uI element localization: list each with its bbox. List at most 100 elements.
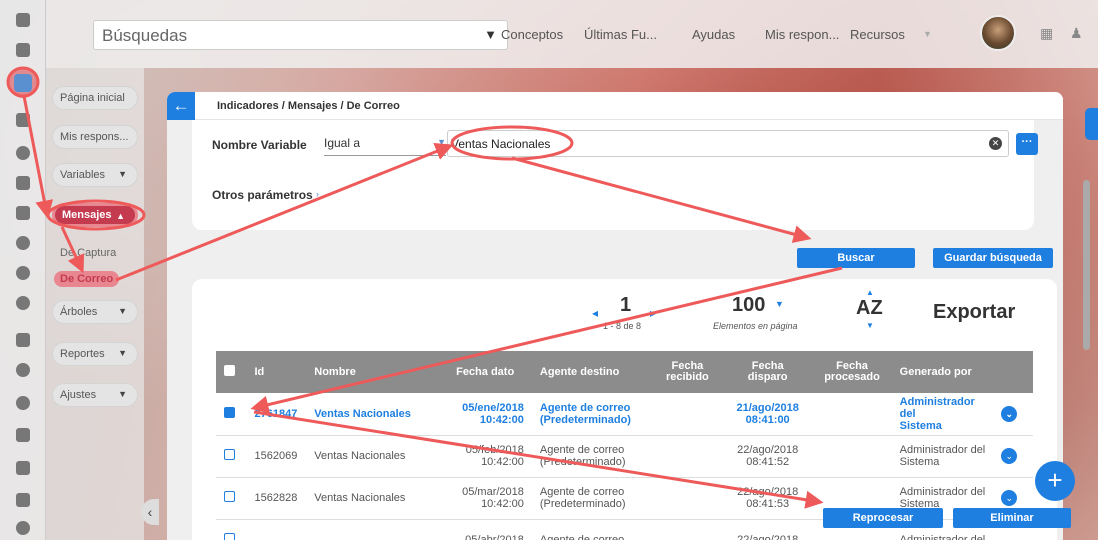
plus-box-icon[interactable] <box>13 173 33 193</box>
column-header[interactable]: Fecha dato <box>438 351 532 393</box>
row-menu-button[interactable]: ⌄ <box>993 393 1033 436</box>
filter-value-input[interactable]: Ventas Nacionales ✕ <box>447 130 1009 157</box>
menu-item-variables[interactable]: Variables ▼ <box>52 163 138 187</box>
column-header[interactable]: Fecha procesado <box>812 351 892 393</box>
row-checkbox[interactable] <box>216 477 247 520</box>
column-header[interactable]: Id <box>246 351 307 393</box>
sort-down-icon[interactable]: ▼ <box>866 321 874 330</box>
column-header[interactable]: Fecha recibido <box>651 351 723 393</box>
menu-item-label: Página inicial <box>60 92 125 104</box>
resources-chevron-icon[interactable]: ▼ <box>923 29 932 39</box>
calendar-icon[interactable]: ▦ <box>1040 25 1053 42</box>
menu-item-home[interactable]: Página inicial <box>52 86 138 110</box>
nav-item-concepts[interactable]: Conceptos <box>501 27 563 42</box>
warning-icon[interactable] <box>13 293 33 313</box>
next-page-icon[interactable]: ▸ <box>650 306 656 320</box>
reprocess-button[interactable]: Reprocesar <box>823 508 943 528</box>
avatar[interactable] <box>980 15 1016 51</box>
row-fire-date: 22/ago/2018 08:41:53 <box>722 477 813 520</box>
cloud-icon[interactable] <box>13 393 33 413</box>
column-header[interactable]: Nombre <box>306 351 439 393</box>
save-search-button[interactable]: Guardar búsqueda <box>933 248 1053 268</box>
prev-page-icon[interactable]: ◂ <box>592 306 598 320</box>
add-button[interactable]: + <box>1035 461 1075 501</box>
column-header[interactable]: Agente destino <box>531 351 652 393</box>
menu-item-label: Variables <box>60 169 106 181</box>
chevron-down-icon: ⌄ <box>1001 405 1018 422</box>
menu-item-responsibilities[interactable]: Mis respons... <box>52 125 138 149</box>
row-checkbox[interactable] <box>216 393 247 436</box>
main-panel: ← Indicadores / Mensajes / De Correo Nom… <box>167 92 1063 540</box>
row-checkbox[interactable] <box>216 435 247 478</box>
table-row[interactable]: 2761847 Ventas Nacionales 05/ene/2018 10:… <box>216 393 1033 436</box>
page-number: 1 <box>620 294 632 316</box>
pie-chart-icon[interactable] <box>13 143 33 163</box>
menu-item-label: Reportes <box>60 348 105 360</box>
menu-item-trees[interactable]: Árboles ▼ <box>52 300 138 324</box>
caret-down-icon: ▼ <box>118 389 127 399</box>
side-tab-handle[interactable] <box>1085 108 1098 140</box>
scrollbar-thumb[interactable] <box>1083 180 1090 350</box>
icon-rail <box>0 0 46 540</box>
more-options-button[interactable]: ··· <box>1016 133 1038 155</box>
menu-item-reports[interactable]: Reportes ▼ <box>52 342 138 366</box>
network-icon[interactable] <box>13 458 33 478</box>
row-agent: Agente de correo (Predeterminado) <box>531 435 652 478</box>
select-all-checkbox[interactable] <box>216 351 247 393</box>
back-arrow-icon[interactable]: ← <box>167 92 195 120</box>
cycle-icon[interactable] <box>13 233 33 253</box>
page-range: 1 - 8 de 8 <box>603 321 642 331</box>
nav-item-responsibilities[interactable]: Mis respon... <box>765 27 839 42</box>
row-name: Ventas Nacionales <box>306 393 439 436</box>
sort-button[interactable]: AZ <box>856 297 883 320</box>
gear-icon[interactable] <box>13 518 33 538</box>
delete-button[interactable]: Eliminar <box>953 508 1071 528</box>
nav-item-recent[interactable]: Últimas Fu... <box>584 27 657 42</box>
gauge-icon[interactable] <box>13 360 33 380</box>
clear-icon[interactable]: ✕ <box>989 137 1002 150</box>
submenu-item-email[interactable]: De Correo <box>54 271 120 287</box>
caret-down-icon: ▼ <box>118 348 127 358</box>
bell-icon[interactable]: ♟ <box>1070 25 1083 42</box>
row-data-date: 05/mar/2018 10:42:00 <box>438 477 532 520</box>
home-icon[interactable] <box>13 10 33 30</box>
calendar-icon[interactable] <box>13 425 33 445</box>
row-checkbox[interactable] <box>216 519 247 540</box>
column-header[interactable]: Fecha disparo <box>722 351 813 393</box>
operator-value: Igual a <box>324 136 361 150</box>
menu-item-label: Mis respons... <box>60 131 129 143</box>
menu-item-messages[interactable]: Mensajes ▲ <box>52 203 138 227</box>
caret-down-icon: ▼ <box>437 137 446 147</box>
indicators-icon[interactable] <box>8 68 38 98</box>
other-params-toggle[interactable]: Otros parámetros <box>212 188 313 202</box>
row-menu-button[interactable]: ⌄ <box>993 435 1033 478</box>
sort-up-icon[interactable]: ▲ <box>866 288 874 297</box>
row-data-date: 05/ene/2018 10:42:00 <box>438 393 532 436</box>
document-icon[interactable] <box>13 203 33 223</box>
nav-item-help[interactable]: Ayudas <box>692 27 735 42</box>
submenu-item-capture[interactable]: De Captura <box>60 247 116 259</box>
table-row[interactable]: 1562069 Ventas Nacionales 05/feb/2018 10:… <box>216 435 1033 478</box>
search-dropdown[interactable]: Búsquedas ▼ <box>93 20 508 50</box>
check-icon[interactable] <box>13 263 33 283</box>
menu-item-settings[interactable]: Ajustes ▼ <box>52 383 138 407</box>
operator-select[interactable]: Igual a ▼ <box>324 136 446 156</box>
export-button[interactable]: Exportar <box>933 301 1015 324</box>
per-page-value[interactable]: 100 <box>732 294 765 317</box>
monitor-icon[interactable] <box>13 330 33 350</box>
column-header[interactable]: Generado por <box>891 351 994 393</box>
per-page-caret-icon[interactable]: ▼ <box>775 299 784 309</box>
table-header-row: Id Nombre Fecha dato Agente destino Fech… <box>216 351 1033 393</box>
chevron-right-icon: › <box>316 189 319 199</box>
list-icon[interactable] <box>13 110 33 130</box>
filter-field-label: Nombre Variable <box>212 138 307 152</box>
row-received-date <box>651 477 723 520</box>
results-card: ◂ 1 ▸ 1 - 8 de 8 100 ▼ Elementos en pági… <box>192 279 1057 540</box>
nav-item-resources[interactable]: Recursos <box>850 27 905 42</box>
row-received-date <box>651 435 723 478</box>
tower-icon[interactable] <box>13 40 33 60</box>
search-button[interactable]: Buscar <box>797 248 915 268</box>
book-icon[interactable] <box>13 490 33 510</box>
top-bar: Búsquedas ▼ Conceptos Últimas Fu... Ayud… <box>46 0 1098 68</box>
breadcrumb: Indicadores / Mensajes / De Correo <box>217 100 400 112</box>
